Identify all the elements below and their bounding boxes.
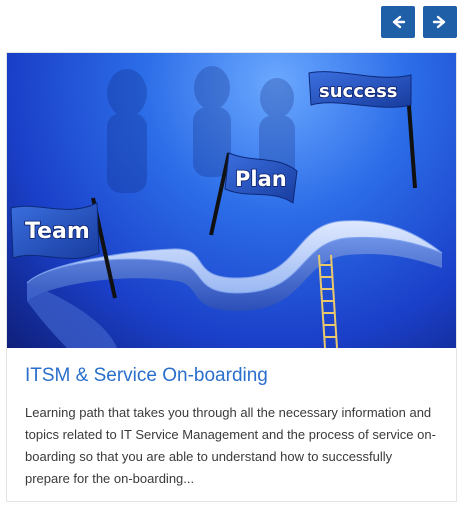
carousel-nav: [381, 6, 457, 38]
previous-button[interactable]: [381, 6, 415, 38]
next-button[interactable]: [423, 6, 457, 38]
ladder-graphic: [318, 254, 338, 348]
page: Team Plan success ITSM & Service On-boar…: [0, 0, 463, 506]
flag-label-team: Team: [25, 219, 90, 244]
flag-label-success: success: [319, 81, 398, 102]
success-flag: success: [308, 71, 417, 189]
arrow-right-icon: [432, 15, 446, 29]
card-content: ITSM & Service On-boarding Learning path…: [7, 348, 456, 490]
flag-label-plan: Plan: [235, 167, 287, 191]
course-description: Learning path that takes you through all…: [25, 405, 436, 486]
arrow-left-icon: [392, 15, 406, 29]
course-card[interactable]: Team Plan success ITSM & Service On-boar…: [6, 52, 457, 502]
course-image[interactable]: Team Plan success: [7, 53, 456, 348]
course-title[interactable]: ITSM & Service On-boarding: [25, 364, 438, 388]
path-illustration: Team Plan success: [10, 66, 443, 348]
